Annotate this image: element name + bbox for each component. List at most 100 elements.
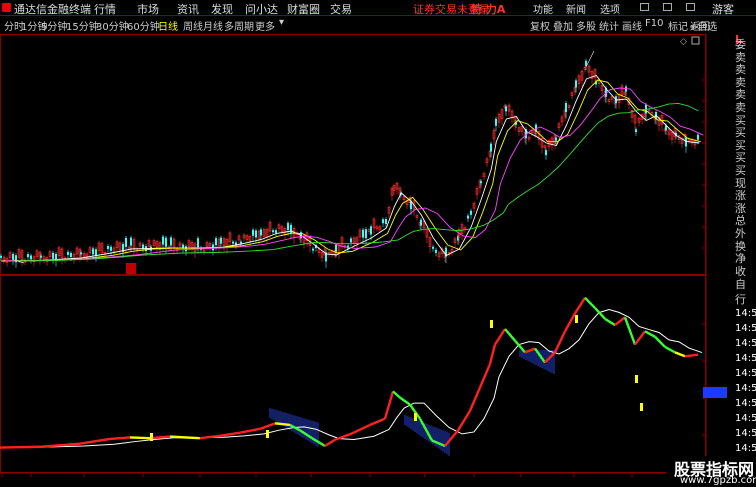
period-10[interactable]: 更多 bbox=[255, 18, 275, 33]
toolbar-action-1[interactable]: 叠加 bbox=[553, 18, 573, 33]
period-6[interactable]: 日线 bbox=[158, 18, 178, 33]
period-9[interactable]: 多周期 bbox=[224, 18, 254, 33]
period-3[interactable]: 15分钟 bbox=[66, 18, 99, 33]
quote-item-4: 卖二 bbox=[735, 88, 746, 102]
current-value-tag bbox=[703, 387, 727, 398]
indicator-trend-segment bbox=[349, 423, 371, 436]
signal-bar bbox=[490, 320, 493, 328]
time-item-4: 14:56 bbox=[735, 368, 756, 379]
candle-body bbox=[0, 255, 2, 258]
menu-3[interactable]: 发现 bbox=[211, 1, 233, 17]
indicator-trend-segment bbox=[129, 436, 151, 440]
quote-sidebar: L+自选委比卖五卖四卖三卖二卖一买一买二买三买四买五现价涨跌涨幅总量外盘换手净资… bbox=[689, 22, 756, 487]
candle-body bbox=[260, 229, 262, 236]
sidebar-bottom-1[interactable]: 行情 bbox=[735, 293, 756, 306]
candle-body bbox=[490, 143, 492, 152]
period-5[interactable]: 60分钟 bbox=[127, 18, 160, 33]
candle-body bbox=[80, 252, 82, 255]
quote-item-10: 买五 bbox=[735, 164, 746, 177]
period-2[interactable]: 5分钟 bbox=[41, 18, 67, 33]
sidebar-bottom-0[interactable]: 自动 bbox=[735, 278, 756, 291]
quote-item-3: 卖三 bbox=[735, 75, 746, 89]
toolbar-action-5[interactable]: F10 bbox=[645, 18, 663, 29]
indicator-trend-segment bbox=[109, 436, 131, 441]
indicator-trend-segment bbox=[553, 330, 567, 353]
candle-body bbox=[467, 215, 469, 219]
toolbar-action-0[interactable]: 复权 bbox=[530, 18, 550, 33]
indicator-trend-segment bbox=[674, 351, 686, 358]
title-bar: 通达信金融终端 证券交易未登录 特 力A 游客 行情 市场 资讯 发现 问小达 财富圈 交易… bbox=[0, 0, 756, 16]
candle-body bbox=[162, 236, 164, 245]
indicator-chart[interactable] bbox=[0, 275, 735, 487]
time-item-6: 14:56 bbox=[735, 398, 756, 409]
indicator-trend-segment bbox=[493, 328, 507, 346]
app-logo-icon bbox=[2, 3, 11, 12]
toolbar-action-6[interactable]: 标记 bbox=[668, 18, 688, 33]
indicator-trend-segment bbox=[604, 317, 616, 327]
candle-body bbox=[420, 219, 422, 226]
ma-line-0 bbox=[1, 74, 700, 262]
menu-1[interactable]: 市场 bbox=[137, 1, 159, 17]
indicator-trend-segment bbox=[383, 391, 395, 420]
quote-item-1: 卖五 bbox=[735, 50, 746, 64]
watermark: 股票指标网 www.7gpzb.com bbox=[666, 456, 756, 487]
signal-bar bbox=[635, 375, 638, 383]
candle-body bbox=[495, 118, 497, 126]
candle-body bbox=[252, 229, 254, 236]
right-menu-0[interactable]: 功能 bbox=[533, 1, 553, 16]
candle-body bbox=[470, 210, 472, 215]
quote-item-17: 净资 bbox=[735, 252, 746, 266]
more-arrow-icon[interactable]: ▾ bbox=[279, 17, 284, 28]
menu-2[interactable]: 资讯 bbox=[177, 1, 199, 17]
collapse-icon[interactable]: ◇ bbox=[680, 37, 687, 47]
candle-body bbox=[575, 80, 577, 88]
toolbar-action-3[interactable]: 统计 bbox=[599, 18, 619, 33]
candle-body bbox=[220, 237, 222, 244]
candle-body bbox=[555, 137, 557, 141]
indicator-trend-segment bbox=[584, 296, 596, 309]
window-control-0-icon[interactable] bbox=[640, 3, 649, 11]
candle-body bbox=[625, 86, 627, 92]
indicator-trend-segment bbox=[239, 427, 261, 434]
menu-6[interactable]: 交易 bbox=[330, 1, 352, 17]
quote-item-16: 换手 bbox=[735, 239, 746, 253]
period-8[interactable]: 月线 bbox=[203, 18, 223, 33]
candle-body bbox=[240, 241, 242, 244]
period-7[interactable]: 周线 bbox=[183, 18, 203, 33]
menu-5[interactable]: 财富圈 bbox=[287, 1, 320, 17]
toolbar-action-4[interactable]: 画线 bbox=[622, 18, 642, 33]
quote-item-9: 买四 bbox=[735, 151, 746, 165]
user-label[interactable]: 游客 bbox=[712, 1, 734, 17]
right-menu-1[interactable]: 新闻 bbox=[566, 1, 586, 16]
candle-body bbox=[40, 255, 42, 258]
candle-body bbox=[432, 246, 434, 249]
window-control-1-icon[interactable] bbox=[663, 3, 672, 11]
period-4[interactable]: 30分钟 bbox=[96, 18, 129, 33]
candle-body bbox=[185, 246, 187, 252]
window-control-2-icon[interactable] bbox=[686, 3, 695, 11]
signal-bar bbox=[575, 315, 578, 323]
indicator-trend-segment bbox=[684, 353, 699, 358]
signal-bar bbox=[414, 413, 417, 421]
right-menu-2[interactable]: 选项 bbox=[600, 1, 620, 16]
menu-0[interactable]: 行情 bbox=[94, 1, 116, 17]
quote-item-2: 卖四 bbox=[735, 63, 746, 77]
indicator-trend-segment bbox=[594, 307, 606, 320]
menu-4[interactable]: 问小达 bbox=[245, 1, 278, 17]
main-kline-chart[interactable]: ◇ bbox=[0, 34, 735, 275]
toolbar-action-2[interactable]: 多股 bbox=[576, 18, 596, 33]
watermark-url: www.7gpzb.com bbox=[680, 475, 756, 486]
maximize-icon[interactable] bbox=[691, 36, 700, 45]
candle-body bbox=[110, 246, 112, 251]
toolbar: 分时 1分钟 5分钟 15分钟 30分钟 60分钟 日线 周线 月线 多周期 更多 ▾ 复权 叠加 多股 统计… bbox=[0, 17, 756, 33]
indicator-trend-segment bbox=[169, 435, 201, 440]
candle-body bbox=[130, 237, 132, 246]
signal-bar bbox=[266, 430, 269, 438]
indicator-trend-segment bbox=[614, 316, 626, 327]
add-watchlist-button[interactable]: +自选 bbox=[689, 18, 717, 33]
time-item-3: 14:56 bbox=[735, 353, 756, 364]
indicator-trend-segment bbox=[654, 335, 666, 348]
quote-item-7: 买二 bbox=[735, 126, 746, 140]
indicator-trend-segment bbox=[0, 445, 41, 449]
candle-body bbox=[365, 229, 367, 239]
